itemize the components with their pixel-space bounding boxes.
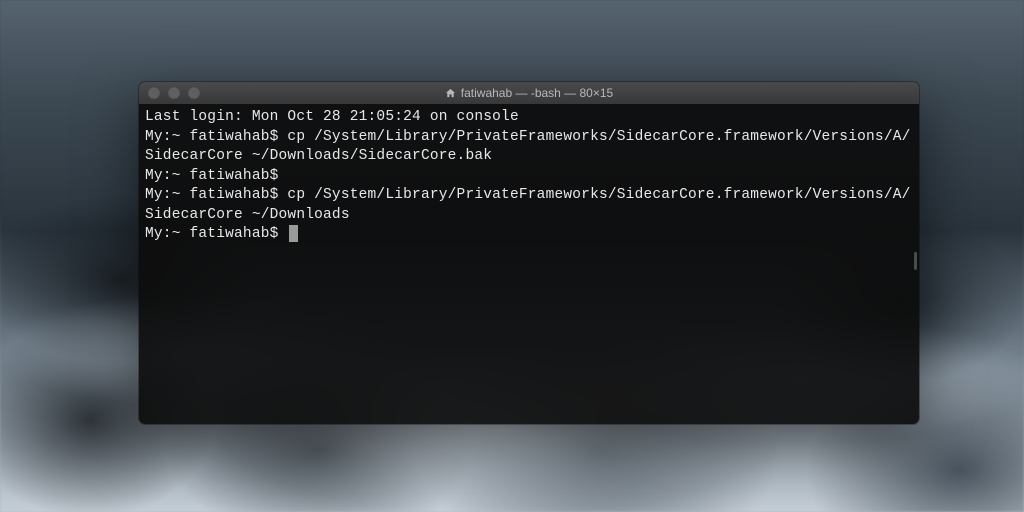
terminal-line: Last login: Mon Oct 28 21:05:24 on conso…	[145, 108, 913, 128]
cursor	[289, 225, 298, 242]
terminal-line: My:~ fatiwahab$ cp /System/Library/Priva…	[145, 128, 913, 167]
scrollbar[interactable]	[914, 252, 917, 270]
home-icon	[445, 88, 456, 99]
close-icon[interactable]	[148, 87, 160, 99]
window-title-text: fatiwahab — -bash — 80×15	[461, 86, 613, 100]
maximize-icon[interactable]	[188, 87, 200, 99]
window-title: fatiwahab — -bash — 80×15	[139, 86, 919, 100]
terminal-prompt-text: My:~ fatiwahab$	[145, 226, 287, 242]
titlebar[interactable]: fatiwahab — -bash — 80×15	[139, 82, 919, 104]
terminal-prompt-line: My:~ fatiwahab$	[145, 225, 913, 245]
terminal-body[interactable]: Last login: Mon Oct 28 21:05:24 on conso…	[139, 104, 919, 424]
terminal-line: My:~ fatiwahab$	[145, 167, 913, 187]
terminal-line: My:~ fatiwahab$ cp /System/Library/Priva…	[145, 186, 913, 225]
minimize-icon[interactable]	[168, 87, 180, 99]
traffic-lights	[139, 87, 200, 99]
terminal-window: fatiwahab — -bash — 80×15 Last login: Mo…	[139, 82, 919, 424]
